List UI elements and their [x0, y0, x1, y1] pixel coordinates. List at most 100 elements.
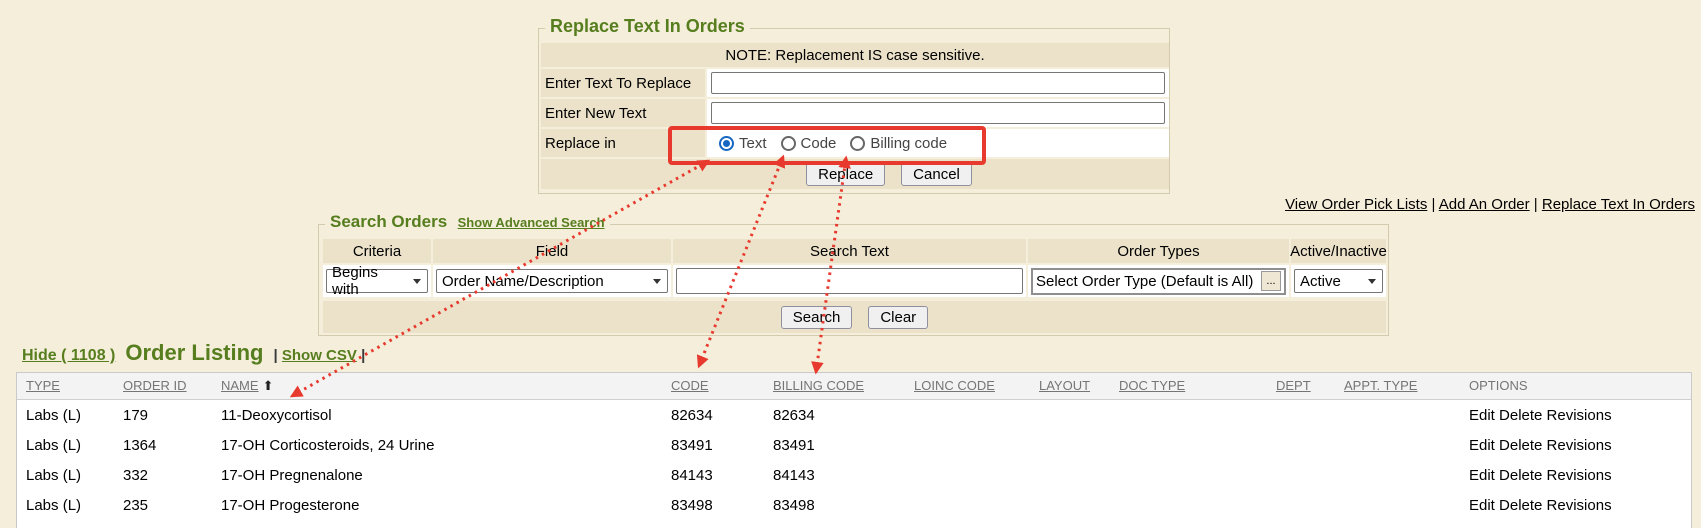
column-header-doc-type[interactable]: DOC TYPE	[1119, 378, 1185, 393]
cell-name: 11-Deoxycortisol	[221, 407, 671, 424]
table-row: Labs (L)23517-OH Progesterone8349883498E…	[17, 490, 1691, 520]
link-separator: |	[1530, 196, 1542, 213]
top-link-replace-text-in-orders[interactable]: Replace Text In Orders	[1542, 196, 1695, 213]
csv-pipe: |	[361, 347, 365, 364]
top-links: View Order Pick Lists | Add An Order | R…	[1285, 196, 1695, 213]
column-header-dept[interactable]: DEPT	[1276, 378, 1311, 393]
chevron-down-icon	[653, 279, 661, 284]
listing-header-cell: APPT. TYPE	[1344, 377, 1469, 395]
search-text-input[interactable]	[676, 268, 1023, 294]
show-csv-link[interactable]: Show CSV	[282, 347, 357, 364]
new-text-input[interactable]	[711, 102, 1165, 124]
cell-code: 82634	[671, 407, 773, 424]
table-row: Labs (L)17911-Deoxycortisol8263482634Edi…	[17, 400, 1691, 430]
radio-option-text[interactable]: Text	[719, 135, 767, 152]
text-to-replace-label: Enter Text To Replace	[541, 69, 705, 97]
chevron-down-icon	[1368, 279, 1376, 284]
column-header-order-id[interactable]: ORDER ID	[123, 378, 187, 393]
cell-name: 17-OH Corticosteroids, 24 Urine	[221, 437, 671, 454]
search-panel-title: Search Orders	[330, 212, 447, 231]
column-header-type[interactable]: TYPE	[26, 378, 60, 393]
cell-type: Labs (L)	[26, 497, 123, 514]
radio-button-icon[interactable]	[781, 136, 796, 151]
active-inactive-select[interactable]: Active	[1294, 269, 1383, 293]
order-types-browse-button[interactable]: ...	[1261, 271, 1281, 291]
link-separator: |	[1427, 196, 1438, 213]
order-listing-heading: Hide ( 1108 ) Order Listing | Show CSV |	[22, 340, 365, 366]
text-to-replace-input[interactable]	[711, 72, 1165, 94]
hide-count-link[interactable]: Hide ( 1108 )	[22, 347, 115, 365]
page: Replace Text In Orders NOTE: Replacement…	[0, 0, 1701, 528]
top-link-add-an-order[interactable]: Add An Order	[1439, 196, 1530, 213]
radio-option-code[interactable]: Code	[781, 135, 837, 152]
listing-header-cell: LAYOUT	[1039, 377, 1119, 395]
cell-name: 17-OH Pregnenalone	[221, 467, 671, 484]
replace-panel-title: Replace Text In Orders	[545, 16, 750, 37]
cell-code: 84143	[671, 467, 773, 484]
search-orders-panel: Search Orders Show Advanced Search Crite…	[318, 224, 1389, 336]
replace-in-label: Replace in	[541, 129, 705, 157]
search-column-header-field: Field	[433, 239, 671, 263]
radio-label: Code	[801, 135, 837, 152]
cell-billing-code: 82634	[773, 407, 914, 424]
listing-header-row: TYPE ORDER ID NAME⬆CODE BILLING CODE LOINC C…	[17, 373, 1691, 400]
listing-header-cell: CODE	[671, 377, 773, 395]
search-column-header-search-text: Search Text	[673, 239, 1026, 263]
listing-header-cell: OPTIONS	[1469, 377, 1691, 395]
clear-button[interactable]: Clear	[868, 306, 928, 329]
cell-name: 17-OH Progesterone	[221, 497, 671, 514]
listing-header-cell: ORDER ID	[123, 377, 221, 395]
radio-label: Text	[739, 135, 767, 152]
cell-options[interactable]: Edit Delete Revisions	[1469, 437, 1691, 454]
search-form: CriteriaFieldSearch TextOrder TypesActiv…	[323, 239, 1386, 333]
criteria-select[interactable]: Begins with	[326, 269, 428, 293]
cancel-button[interactable]: Cancel	[901, 163, 972, 186]
table-row: Labs (L)137324 Hour Urine Calcium82340U2…	[17, 520, 1691, 528]
replace-button[interactable]: Replace	[806, 163, 885, 186]
search-column-header-active-inactive: Active/Inactive	[1291, 239, 1386, 263]
cell-options[interactable]: Edit Delete Revisions	[1469, 467, 1691, 484]
cell-type: Labs (L)	[26, 437, 123, 454]
chevron-down-icon	[413, 279, 421, 284]
listing-header-cell: BILLING CODE	[773, 377, 914, 395]
cell-code: 83491	[671, 437, 773, 454]
replace-in-radio-group: Text Code Billing code	[711, 135, 947, 152]
criteria-select-value: Begins with	[332, 264, 405, 298]
radio-button-icon[interactable]	[719, 136, 734, 151]
replace-text-panel: Replace Text In Orders NOTE: Replacement…	[538, 28, 1170, 194]
search-buttons-band: Search Clear	[323, 301, 1386, 333]
show-advanced-search-link[interactable]: Show Advanced Search	[458, 215, 605, 230]
search-column-header-order-types: Order Types	[1028, 239, 1289, 263]
listing-body: Labs (L)17911-Deoxycortisol8263482634Edi…	[17, 400, 1691, 528]
column-header-layout[interactable]: LAYOUT	[1039, 378, 1090, 393]
cell-type: Labs (L)	[26, 407, 123, 424]
field-select[interactable]: Order Name/Description	[436, 269, 668, 293]
cell-options[interactable]: Edit Delete Revisions	[1469, 407, 1691, 424]
order-listing-table: TYPE ORDER ID NAME⬆CODE BILLING CODE LOINC C…	[16, 372, 1692, 528]
new-text-label: Enter New Text	[541, 99, 705, 127]
listing-header-cell: LOINC CODE	[914, 377, 1039, 395]
cell-billing-code: 84143	[773, 467, 914, 484]
listing-header-cell: TYPE	[26, 377, 123, 395]
cell-billing-code: 83498	[773, 497, 914, 514]
table-row: Labs (L)33217-OH Pregnenalone8414384143E…	[17, 460, 1691, 490]
radio-label: Billing code	[870, 135, 947, 152]
active-select-value: Active	[1300, 273, 1341, 290]
radio-option-billing-code[interactable]: Billing code	[850, 135, 947, 152]
cell-billing-code: 83491	[773, 437, 914, 454]
search-button[interactable]: Search	[781, 306, 853, 329]
order-types-picker[interactable]: Select Order Type (Default is All) ...	[1031, 268, 1286, 295]
column-header-appt-type[interactable]: APPT. TYPE	[1344, 378, 1417, 393]
column-header-name[interactable]: NAME	[221, 378, 259, 393]
listing-header-cell: NAME⬆	[221, 377, 671, 395]
search-column-header-criteria: Criteria	[323, 239, 431, 263]
search-header-row: CriteriaFieldSearch TextOrder TypesActiv…	[323, 239, 1386, 263]
radio-button-icon[interactable]	[850, 136, 865, 151]
top-link-view-order-pick-lists[interactable]: View Order Pick Lists	[1285, 196, 1427, 213]
column-header-loinc-code[interactable]: LOINC CODE	[914, 378, 995, 393]
cell-options[interactable]: Edit Delete Revisions	[1469, 497, 1691, 514]
column-header-code[interactable]: CODE	[671, 378, 709, 393]
listing-header-cell: DOC TYPE	[1119, 377, 1276, 395]
column-header-options: OPTIONS	[1469, 378, 1528, 393]
column-header-billing-code[interactable]: BILLING CODE	[773, 378, 864, 393]
